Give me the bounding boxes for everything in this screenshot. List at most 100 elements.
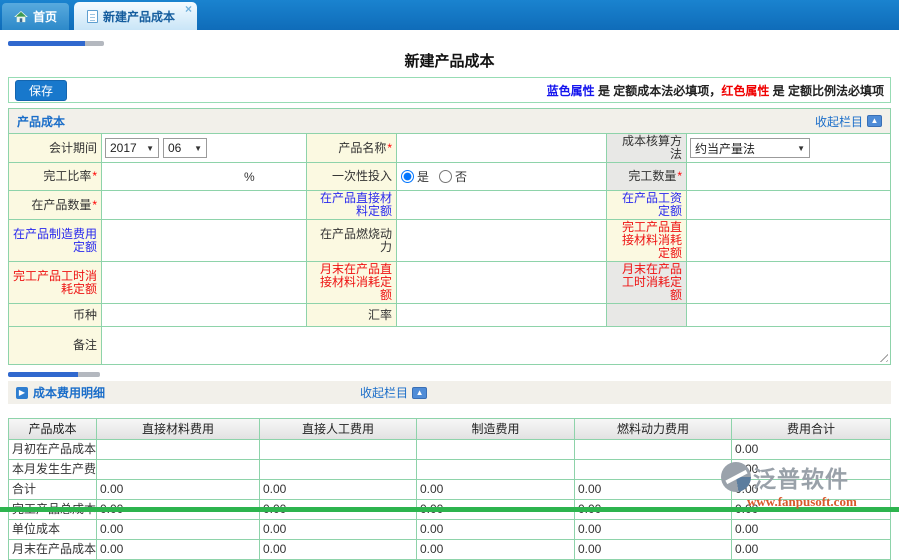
cell-value: 0.00 xyxy=(574,540,731,559)
cell-input[interactable] xyxy=(574,460,731,479)
section-cost-detail-title: ▶ 成本费用明细 xyxy=(16,384,105,401)
label-text: 币种 xyxy=(73,309,97,322)
row-label: 单位成本 xyxy=(9,520,96,539)
collapse-label: 收起栏目 xyxy=(815,113,863,130)
fuel-power-input[interactable] xyxy=(578,441,731,458)
direct-labor-input[interactable] xyxy=(263,461,416,478)
page-title: 新建产品成本 xyxy=(0,50,899,71)
toolbar: 保存 蓝色属性 是 定额成本法必填项，红色属性 是 定额比例法必填项 xyxy=(8,77,891,103)
collapse-section-product[interactable]: 收起栏目 ▲ xyxy=(815,113,882,130)
tab-home[interactable]: 首页 xyxy=(2,3,69,30)
wip-qty-input[interactable] xyxy=(105,195,303,215)
fuel-power-input[interactable] xyxy=(578,461,731,478)
close-icon[interactable]: × xyxy=(185,3,192,15)
label-finished-material-quota: 完工产品直接材料消耗定额 xyxy=(606,220,686,261)
currency-input[interactable] xyxy=(105,305,303,325)
eom-hours-quota-input[interactable] xyxy=(690,273,887,293)
cell-value: 0.00 xyxy=(259,540,416,559)
label-text: 在产品数量 xyxy=(31,199,91,212)
year-select[interactable]: 2017▼ xyxy=(105,138,159,158)
row-label: 本月发生生产费用 xyxy=(9,460,96,479)
collapse-label: 收起栏目 xyxy=(360,384,408,401)
wip-material-quota-input[interactable] xyxy=(400,195,603,215)
field-wip-wage-quota xyxy=(686,191,890,219)
one-time-no-option[interactable]: 否 xyxy=(439,168,467,185)
finished-hours-quota-input[interactable] xyxy=(105,273,303,293)
label-wip-fuel-power: 在产品燃烧动力 xyxy=(306,220,396,261)
cell-input[interactable] xyxy=(574,440,731,459)
loading-bar-tail xyxy=(78,372,100,377)
finished-qty-input[interactable] xyxy=(690,167,887,187)
loading-bar-fill xyxy=(8,41,85,46)
cell-input[interactable] xyxy=(96,460,259,479)
col-header-total: 费用合计 xyxy=(731,419,890,439)
label-one-time-input: 一次性投入 xyxy=(306,163,396,190)
field-eom-hours-quota xyxy=(686,262,890,303)
label-text: 备注 xyxy=(73,339,97,352)
field-empty xyxy=(686,304,890,326)
required-mark: * xyxy=(677,170,682,183)
col-header-direct-labor: 直接人工费用 xyxy=(259,419,416,439)
manufacturing-input[interactable] xyxy=(420,461,574,478)
cell-input[interactable] xyxy=(416,440,574,459)
home-icon xyxy=(14,11,28,23)
cell-value: 0.00 xyxy=(259,520,416,539)
form-row: 在产品数量* 在产品直接材料定额 在产品工资定额 xyxy=(9,190,890,219)
wip-fuel-power-input[interactable] xyxy=(400,231,603,251)
label-text: 汇率 xyxy=(368,309,392,322)
completion-ratio-input[interactable] xyxy=(105,167,240,187)
chevron-down-icon: ▼ xyxy=(797,144,805,153)
collapse-section-detail[interactable]: 收起栏目 ▲ xyxy=(360,384,427,401)
one-time-yes-radio[interactable] xyxy=(401,170,414,183)
label-text: 产品名称 xyxy=(338,142,386,155)
label-text: 一次性投入 xyxy=(332,170,392,183)
field-finished-material-quota xyxy=(686,220,890,261)
form-row: 会计期间 2017▼ 06▼ 产品名称* 成本核算方法 约当产量法 ▼ xyxy=(9,133,890,162)
label-text: 成本核算方法 xyxy=(611,135,682,161)
cost-method-value: 约当产量法 xyxy=(695,140,755,157)
one-time-yes-option[interactable]: 是 xyxy=(401,168,429,185)
eom-material-quota-input[interactable] xyxy=(400,273,603,293)
direct-material-input[interactable] xyxy=(100,441,259,458)
form-row: 完工比率* % 一次性投入 是 否 完工数量* xyxy=(9,162,890,190)
wip-mfg-quota-input[interactable] xyxy=(105,231,303,251)
required-mark: * xyxy=(387,142,392,155)
loading-bar-tail xyxy=(85,41,104,46)
remarks-textarea[interactable] xyxy=(102,327,890,364)
label-completion-ratio: 完工比率* xyxy=(9,163,101,190)
label-accounting-period: 会计期间 xyxy=(9,134,101,162)
form-row: 备注 xyxy=(9,326,890,364)
table-row-month-begin-wip: 月初在产品成本 0.00 xyxy=(9,439,890,459)
tab-bar: 首页 新建产品成本 × xyxy=(0,0,899,30)
cell-input[interactable] xyxy=(259,440,416,459)
field-wip-fuel-power xyxy=(396,220,606,261)
label-wip-material-quota: 在产品直接材料定额 xyxy=(306,191,396,219)
label-finished-qty: 完工数量* xyxy=(606,163,686,190)
cell-input[interactable] xyxy=(259,460,416,479)
section-title-text: 成本费用明细 xyxy=(33,384,105,401)
direct-material-input[interactable] xyxy=(100,461,259,478)
one-time-no-radio[interactable] xyxy=(439,170,452,183)
wip-wage-quota-input[interactable] xyxy=(690,195,887,215)
cell-input[interactable] xyxy=(96,440,259,459)
tab-new-product-cost[interactable]: 新建产品成本 × xyxy=(74,2,197,30)
cell-value: 0.00 xyxy=(416,480,574,499)
form-row: 在产品制造费用定额 在产品燃烧动力 完工产品直接材料消耗定额 xyxy=(9,219,890,261)
month-select[interactable]: 06▼ xyxy=(163,138,207,158)
field-remarks xyxy=(101,327,890,364)
radio-yes-label: 是 xyxy=(417,168,429,185)
finished-material-quota-input[interactable] xyxy=(690,231,887,251)
row-label: 月初在产品成本 xyxy=(9,440,96,459)
direct-labor-input[interactable] xyxy=(263,441,416,458)
form-row: 币种 汇率 xyxy=(9,303,890,326)
cost-method-select[interactable]: 约当产量法 ▼ xyxy=(690,138,810,158)
cell-input[interactable] xyxy=(416,460,574,479)
loading-bar xyxy=(8,372,899,377)
table-row-month-production-expense: 本月发生生产费用 0.00 xyxy=(9,459,890,479)
collapse-icon: ▲ xyxy=(867,115,882,127)
product-name-input[interactable] xyxy=(400,138,603,158)
exchange-rate-input[interactable] xyxy=(400,305,603,325)
manufacturing-input[interactable] xyxy=(420,441,574,458)
field-finished-qty xyxy=(686,163,890,190)
save-button[interactable]: 保存 xyxy=(15,80,67,101)
